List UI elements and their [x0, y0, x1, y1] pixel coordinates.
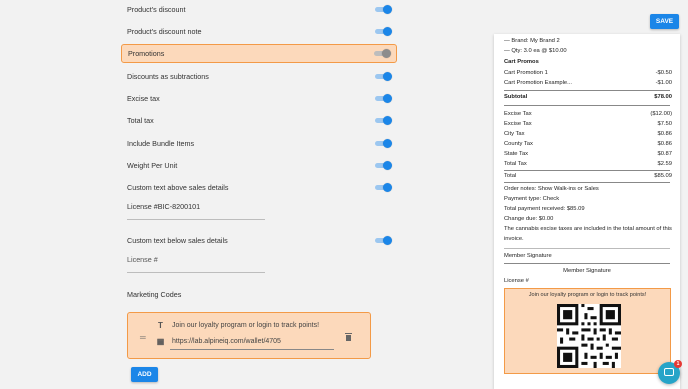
- setting-row-total-tax[interactable]: Total tax: [121, 111, 397, 129]
- toggle-switch[interactable]: [375, 160, 392, 170]
- tax-line: County Tax $0.86: [504, 141, 672, 147]
- custom-text-below-input[interactable]: License #: [127, 255, 158, 264]
- order-notes: Order notes: Show Walk-ins or Sales: [504, 186, 599, 192]
- setting-label: Include Bundle Items: [127, 138, 195, 148]
- setting-row-promotions[interactable]: Promotions: [121, 44, 397, 63]
- divider: [504, 248, 670, 249]
- save-button[interactable]: SAVE: [650, 14, 679, 29]
- setting-label: Excise tax: [127, 93, 160, 103]
- custom-text-above-input[interactable]: License #BIC-8200101: [127, 202, 200, 211]
- receipt-brand-line: — Brand: My Brand 2: [504, 38, 560, 44]
- member-signature-label: Member Signature: [504, 253, 552, 259]
- toggle-switch[interactable]: [375, 138, 392, 148]
- receipt-license-label: License #: [504, 278, 529, 284]
- tax-line: Excise Tax ($12.00): [504, 111, 672, 117]
- divider: [504, 170, 670, 171]
- receipt-promo-text: Join our loyalty program or login to tra…: [528, 292, 647, 298]
- divider: [504, 90, 670, 91]
- tax-line: State Tax $0.87: [504, 151, 672, 157]
- marketing-code-text[interactable]: Join our loyalty program or login to tra…: [172, 322, 319, 329]
- setting-row-weight-per-unit[interactable]: Weight Per Unit: [121, 156, 397, 174]
- receipt-marketing-block: Join our loyalty program or login to tra…: [504, 288, 671, 374]
- setting-row-custom-text-below[interactable]: Custom text below sales details: [121, 231, 397, 249]
- chat-icon: [664, 368, 674, 376]
- cart-promos-heading: Cart Promos: [504, 59, 539, 65]
- toggle-switch[interactable]: [374, 49, 391, 58]
- add-button[interactable]: ADD: [131, 367, 158, 382]
- setting-label: Custom text above sales details: [127, 182, 229, 192]
- notification-badge: 1: [674, 360, 682, 368]
- tax-line: City Tax $0.86: [504, 131, 672, 137]
- promo-line: Cart Promotion 1 -$0.50: [504, 70, 672, 76]
- member-signature-caption: Member Signature: [563, 268, 611, 274]
- setting-label: Weight Per Unit: [127, 160, 178, 170]
- setting-row-excise-tax[interactable]: Excise tax: [121, 89, 397, 107]
- change-due: Change due: $0.00: [504, 216, 554, 222]
- excise-disclaimer: The cannabis excise taxes are included i…: [504, 226, 672, 242]
- marketing-code-item: ═ T Join our loyalty program or login to…: [127, 312, 371, 359]
- setting-label: Custom text below sales details: [127, 235, 228, 245]
- divider: [504, 182, 670, 183]
- divider: [504, 105, 670, 106]
- marketing-code-url[interactable]: https://lab.alpineiq.com/wallet/4705: [172, 338, 281, 345]
- toggle-switch[interactable]: [375, 235, 392, 245]
- setting-row-product-discount-note[interactable]: Product's discount note: [121, 22, 397, 40]
- setting-label: Discounts as subtractions: [127, 71, 209, 81]
- qr-code-image: [557, 304, 621, 368]
- delete-icon[interactable]: [345, 333, 352, 341]
- receipt-qty-line: — Qty: 3.0 ea @ $10.00: [504, 48, 567, 54]
- drag-handle-icon[interactable]: ═: [140, 333, 146, 342]
- toggle-switch[interactable]: [375, 71, 392, 81]
- setting-row-include-bundle-items[interactable]: Include Bundle Items: [121, 134, 397, 152]
- chat-launcher-button[interactable]: 1: [658, 360, 682, 384]
- toggle-switch[interactable]: [375, 4, 392, 14]
- signature-line: [504, 263, 670, 264]
- setting-row-custom-text-above[interactable]: Custom text above sales details: [121, 178, 397, 196]
- url-underline: [170, 349, 334, 350]
- setting-label: Total tax: [127, 115, 154, 125]
- toggle-switch[interactable]: [375, 182, 392, 192]
- payment-type: Payment type: Check: [504, 196, 560, 202]
- receipt-preview: — Brand: My Brand 2 — Qty: 3.0 ea @ $10.…: [494, 34, 680, 389]
- promo-line: Cart Promotion Example... -$1.00: [504, 80, 672, 86]
- setting-label: Promotions: [128, 49, 165, 58]
- setting-row-product-discount[interactable]: Product's discount: [121, 0, 397, 18]
- subtotal-line: Subtotal $78.00: [504, 94, 672, 100]
- toggle-switch[interactable]: [375, 26, 392, 36]
- input-underline: [127, 219, 265, 220]
- tax-line: Excise Tax $7.50: [504, 121, 672, 127]
- setting-label: Product's discount: [127, 4, 186, 14]
- input-underline: [127, 272, 265, 273]
- payment-received: Total payment received: $85.09: [504, 206, 585, 212]
- tax-line: Total Tax $2.59: [504, 161, 672, 167]
- setting-row-discounts-as-subtractions[interactable]: Discounts as subtractions: [121, 67, 397, 85]
- total-line: Total $85.09: [504, 173, 672, 179]
- qr-code-icon: ▦: [156, 337, 165, 346]
- receipt-settings-panel: Product's discount Product's discount no…: [117, 0, 405, 389]
- toggle-switch[interactable]: [375, 115, 392, 125]
- toggle-switch[interactable]: [375, 93, 392, 103]
- setting-label: Product's discount note: [127, 26, 202, 36]
- marketing-codes-label: Marketing Codes: [127, 290, 182, 299]
- text-icon: T: [158, 321, 163, 330]
